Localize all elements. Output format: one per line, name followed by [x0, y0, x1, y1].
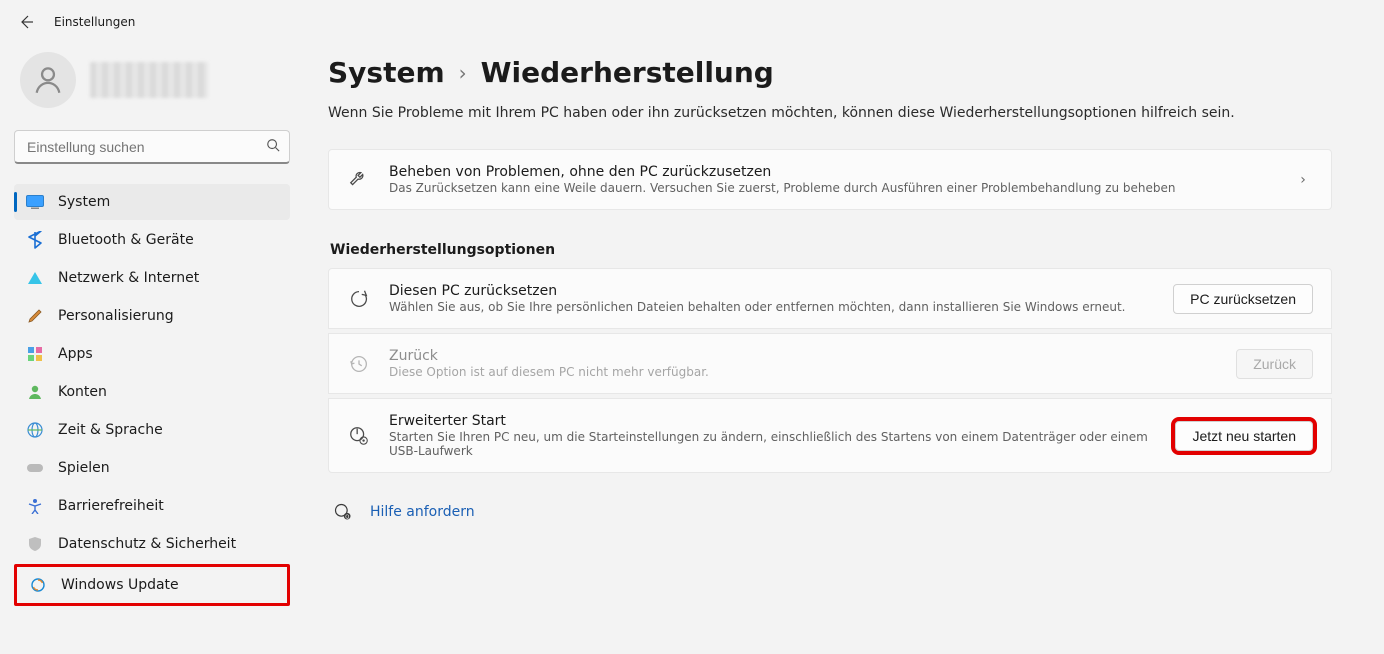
- network-icon: [26, 269, 44, 287]
- breadcrumb: System › Wiederherstellung: [328, 56, 1332, 89]
- card-subtitle: Wählen Sie aus, ob Sie Ihre persönlichen…: [389, 300, 1155, 314]
- reset-pc-button[interactable]: PC zurücksetzen: [1173, 284, 1313, 314]
- help-link[interactable]: Hilfe anfordern: [370, 504, 475, 520]
- chevron-right-icon: ›: [459, 61, 467, 85]
- sidebar-item-label: Konten: [58, 384, 107, 400]
- card-title: Erweiterter Start: [389, 413, 1157, 429]
- bluetooth-icon: [26, 231, 44, 249]
- accounts-icon: [26, 383, 44, 401]
- sidebar-item-apps[interactable]: Apps: [14, 336, 290, 372]
- card-title: Beheben von Problemen, ohne den PC zurüc…: [389, 164, 1275, 180]
- highlight-windows-update: Windows Update: [14, 564, 290, 606]
- help-icon: Q: [332, 501, 354, 523]
- advanced-startup-card: Erweiterter Start Starten Sie Ihren PC n…: [328, 398, 1332, 473]
- card-title: Zurück: [389, 348, 1218, 364]
- sidebar-item-label: Spielen: [58, 460, 110, 476]
- sidebar-item-bluetooth[interactable]: Bluetooth & Geräte: [14, 222, 290, 258]
- sidebar-item-label: System: [58, 194, 110, 210]
- reset-icon: [347, 287, 371, 311]
- window-title: Einstellungen: [54, 15, 135, 29]
- recovery-options-header: Wiederherstellungsoptionen: [330, 242, 1332, 258]
- card-title: Diesen PC zurücksetzen: [389, 283, 1155, 299]
- globe-icon: [26, 421, 44, 439]
- avatar: [20, 52, 76, 108]
- back-arrow-icon: [18, 14, 34, 30]
- card-subtitle: Das Zurücksetzen kann eine Weile dauern.…: [389, 181, 1275, 195]
- sidebar-item-label: Personalisierung: [58, 308, 174, 324]
- system-icon: [26, 193, 44, 211]
- sidebar-item-label: Apps: [58, 346, 93, 362]
- paintbrush-icon: [26, 307, 44, 325]
- sidebar-item-personalization[interactable]: Personalisierung: [14, 298, 290, 334]
- sidebar-item-accessibility[interactable]: Barrierefreiheit: [14, 488, 290, 524]
- sidebar-item-gaming[interactable]: Spielen: [14, 450, 290, 486]
- shield-icon: [26, 535, 44, 553]
- sidebar: System Bluetooth & Geräte Netzwerk & Int…: [0, 44, 300, 654]
- svg-text:Q: Q: [345, 515, 349, 521]
- sidebar-item-time-language[interactable]: Zeit & Sprache: [14, 412, 290, 448]
- sidebar-item-label: Netzwerk & Internet: [58, 270, 199, 286]
- page-description: Wenn Sie Probleme mit Ihrem PC haben ode…: [328, 105, 1332, 121]
- sidebar-item-label: Datenschutz & Sicherheit: [58, 536, 236, 552]
- sidebar-item-privacy[interactable]: Datenschutz & Sicherheit: [14, 526, 290, 562]
- history-icon: [347, 352, 371, 376]
- help-row[interactable]: Q Hilfe anfordern: [328, 501, 1332, 523]
- sidebar-item-label: Bluetooth & Geräte: [58, 232, 194, 248]
- apps-icon: [26, 345, 44, 363]
- card-subtitle: Starten Sie Ihren PC neu, um die Startei…: [389, 430, 1157, 458]
- restart-now-button[interactable]: Jetzt neu starten: [1175, 421, 1313, 451]
- back-button[interactable]: [12, 8, 40, 36]
- sidebar-item-system[interactable]: System: [14, 184, 290, 220]
- person-icon: [31, 63, 65, 97]
- accessibility-icon: [26, 497, 44, 515]
- sidebar-item-windows-update[interactable]: Windows Update: [17, 567, 287, 603]
- search-input[interactable]: [14, 130, 290, 164]
- troubleshoot-card[interactable]: Beheben von Problemen, ohne den PC zurüc…: [328, 149, 1332, 210]
- search-field[interactable]: [14, 130, 290, 164]
- chevron-right-icon: ›: [1293, 172, 1313, 188]
- card-subtitle: Diese Option ist auf diesem PC nicht meh…: [389, 365, 1218, 379]
- go-back-card: Zurück Diese Option ist auf diesem PC ni…: [328, 333, 1332, 394]
- page-title: Wiederherstellung: [481, 56, 774, 89]
- user-name-redacted: [90, 62, 208, 98]
- recovery-options-group: Diesen PC zurücksetzen Wählen Sie aus, o…: [328, 268, 1332, 473]
- reset-pc-card: Diesen PC zurücksetzen Wählen Sie aus, o…: [328, 268, 1332, 329]
- wrench-icon: [347, 168, 371, 192]
- titlebar: Einstellungen: [0, 0, 1384, 44]
- go-back-button: Zurück: [1236, 349, 1313, 379]
- content-area: System › Wiederherstellung Wenn Sie Prob…: [300, 44, 1384, 654]
- sidebar-item-label: Windows Update: [61, 577, 179, 593]
- sidebar-item-label: Zeit & Sprache: [58, 422, 163, 438]
- sidebar-item-label: Barrierefreiheit: [58, 498, 164, 514]
- gamepad-icon: [26, 459, 44, 477]
- sidebar-item-accounts[interactable]: Konten: [14, 374, 290, 410]
- breadcrumb-parent[interactable]: System: [328, 56, 445, 89]
- user-profile[interactable]: [14, 44, 290, 130]
- sidebar-item-network[interactable]: Netzwerk & Internet: [14, 260, 290, 296]
- sidebar-nav: System Bluetooth & Geräte Netzwerk & Int…: [14, 184, 290, 606]
- power-gear-icon: [347, 424, 371, 448]
- update-icon: [29, 576, 47, 594]
